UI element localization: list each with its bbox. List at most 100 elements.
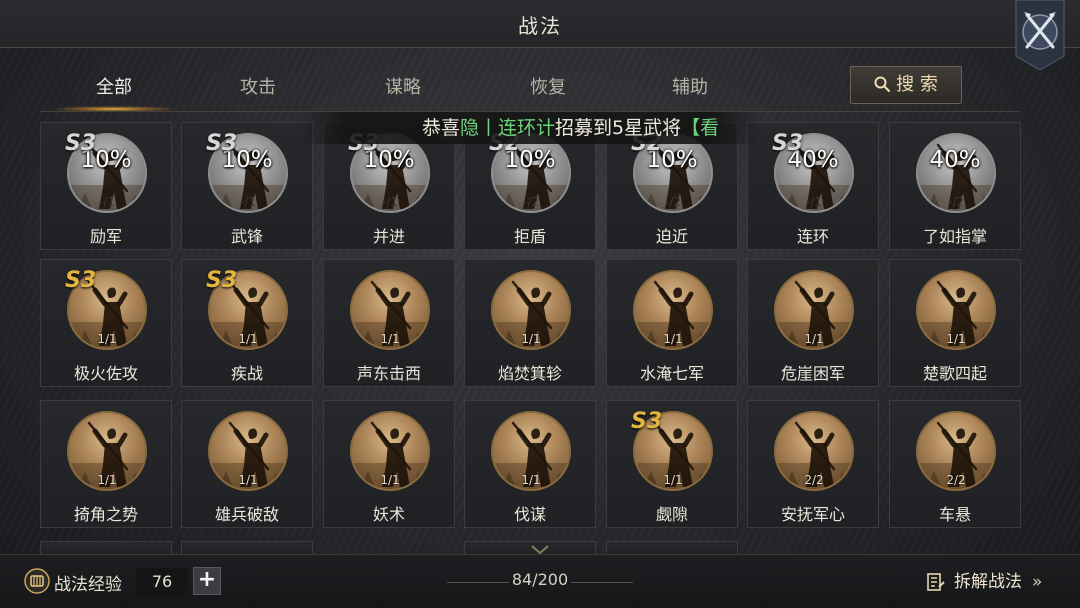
skill-card[interactable]: 1/1 妖术	[323, 400, 455, 528]
broadcast-prefix: 恭喜	[422, 117, 461, 139]
skill-count: 2/2	[804, 473, 824, 487]
skill-name: 连环	[796, 227, 829, 246]
tab-recovery[interactable]: 恢复	[478, 66, 618, 110]
skill-grade-badge: S3	[772, 131, 804, 156]
skill-name: 安抚军心	[780, 505, 845, 524]
scroll-book-icon	[24, 568, 50, 594]
search-button[interactable]: 搜 索	[850, 66, 962, 104]
add-exp-button[interactable]: +	[193, 567, 221, 595]
title-bar: 战法	[0, 0, 1080, 48]
skill-name: 危崖困军	[780, 364, 845, 383]
skill-count: 1/1	[663, 473, 683, 487]
skill-rate: 10%	[80, 147, 132, 173]
skill-name: 疾战	[230, 364, 263, 383]
skill-name: 觑隙	[655, 505, 688, 524]
skill-count: 1/1	[380, 473, 400, 487]
tab-support[interactable]: 辅助	[620, 66, 760, 110]
skill-rate: 40%	[787, 147, 839, 173]
skill-rate: 40%	[929, 147, 981, 173]
skill-card[interactable]: 1/1 S3 觑隙	[606, 400, 738, 528]
skill-card[interactable]: -/2 40% 了如指掌	[889, 122, 1021, 250]
skill-capacity: 84/200	[511, 570, 569, 589]
skill-card[interactable]: 1/1 楚歌四起	[889, 259, 1021, 387]
skill-card[interactable]: 1/1 S3 疾战	[181, 259, 313, 387]
bottom-bar: 战法经验 76 + 84/200 拆解战法 »	[0, 554, 1080, 608]
skill-grade-badge: S3	[65, 131, 97, 156]
skill-card[interactable]: 1/1 声东击西	[323, 259, 455, 387]
exp-value: 76	[136, 568, 188, 596]
skill-name: 掎角之势	[73, 505, 138, 524]
crossed-swords-icon	[1015, 0, 1065, 71]
skill-name: 声东击西	[356, 364, 421, 383]
skill-card[interactable]: 1/1 伐谋	[464, 400, 596, 528]
skill-grade-badge: S3	[631, 409, 663, 434]
tab-strategy[interactable]: 谋略	[333, 66, 473, 110]
skill-rate: 10%	[363, 147, 415, 173]
capacity-right-line	[571, 582, 633, 583]
skill-card[interactable]: 1/1 危崖困军	[747, 259, 879, 387]
skill-rate: 10%	[504, 147, 556, 173]
skill-grade-badge: S3	[206, 131, 238, 156]
skill-medallion: 1/1	[491, 411, 571, 491]
skill-medallion: 1/1	[350, 270, 430, 350]
skill-count: -/1	[381, 195, 398, 209]
skill-count: -/2	[664, 195, 681, 209]
skill-medallion: 1/1	[633, 270, 713, 350]
skill-card[interactable]: 1/1 雄兵破敌	[181, 400, 313, 528]
broadcast-highlight-general: 【看	[681, 117, 720, 139]
skill-name: 楚歌四起	[922, 364, 987, 383]
exp-label: 战法经验	[54, 575, 122, 595]
skill-medallion: 1/1	[491, 270, 571, 350]
skill-count: 1/1	[238, 473, 258, 487]
skill-count: 1/1	[238, 332, 258, 346]
skill-name: 焰焚箕轸	[497, 364, 562, 383]
skill-name: 武锋	[230, 227, 263, 246]
skill-name: 伐谋	[513, 505, 546, 524]
skill-medallion: 1/1	[208, 411, 288, 491]
skill-count: 1/1	[97, 473, 117, 487]
skill-count: 1/1	[946, 332, 966, 346]
broadcast-highlight-skill: 隐丨连环计	[460, 117, 556, 139]
skill-count: 1/1	[804, 332, 824, 346]
skill-name: 励军	[89, 227, 122, 246]
skill-card[interactable]: 1/1 S3 极火佐攻	[40, 259, 172, 387]
tab-attack[interactable]: 攻击	[188, 66, 328, 110]
skill-card[interactable]: -/1 10% S3 武锋	[181, 122, 313, 250]
search-icon	[874, 76, 891, 92]
skill-name: 车悬	[938, 505, 971, 524]
tab-all[interactable]: 全部	[44, 66, 184, 112]
skill-rate: 10%	[646, 147, 698, 173]
skill-card[interactable]: -/1 40% S3 连环	[747, 122, 879, 250]
list-edit-icon	[927, 573, 945, 591]
skill-grade-badge: S3	[206, 268, 238, 293]
skill-card[interactable]: 1/1 焰焚箕轸	[464, 259, 596, 387]
skill-name: 妖术	[372, 505, 405, 524]
skill-grid: -/110%S3励军-/110%S3武锋-/110%S3并进-/210%S2拒盾…	[40, 122, 1022, 557]
skill-count: 1/1	[521, 473, 541, 487]
skill-count: -/1	[98, 195, 115, 209]
skill-name: 并进	[372, 227, 405, 246]
skill-card[interactable]: 2/2 车悬	[889, 400, 1021, 528]
dismantle-skill-button[interactable]: 拆解战法 »	[926, 567, 1056, 597]
skill-card[interactable]: 1/1 掎角之势	[40, 400, 172, 528]
skill-medallion: 1/1	[67, 411, 147, 491]
skill-count: 1/1	[663, 332, 683, 346]
skill-name: 了如指掌	[922, 227, 987, 246]
broadcast-banner: 恭喜隐丨连环计招募到5星武将【看	[300, 112, 760, 144]
skill-name: 雄兵破敌	[214, 505, 279, 524]
skill-card[interactable]: 2/2 安抚军心	[747, 400, 879, 528]
page-title: 战法	[518, 14, 562, 38]
skill-count: 1/1	[97, 332, 117, 346]
skill-name: 迫近	[655, 227, 688, 246]
skill-card[interactable]: -/1 10% S3 励军	[40, 122, 172, 250]
search-label: 搜 索	[896, 74, 938, 95]
skill-card[interactable]: 1/1 水淹七军	[606, 259, 738, 387]
skill-medallion: -/2	[916, 133, 996, 213]
close-button[interactable]	[1014, 0, 1066, 71]
skill-medallion: 1/1	[916, 270, 996, 350]
skill-count: -/2	[522, 195, 539, 209]
skill-count: 1/1	[380, 332, 400, 346]
skill-count: -/1	[805, 195, 822, 209]
skill-count: 1/1	[521, 332, 541, 346]
skill-medallion: 1/1	[774, 270, 854, 350]
